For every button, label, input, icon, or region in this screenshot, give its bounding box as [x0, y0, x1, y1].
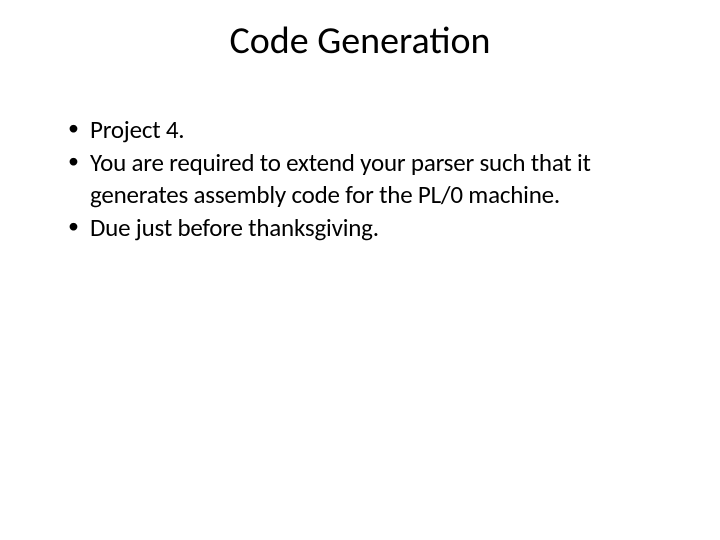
bullet-item: Due just before thanksgiving.: [68, 212, 670, 243]
slide-container: Code Generation Project 4. You are requi…: [0, 0, 720, 540]
slide-title: Code Generation: [50, 18, 670, 64]
bullet-list: Project 4. You are required to extend yo…: [50, 114, 670, 243]
bullet-item: Project 4.: [68, 114, 670, 145]
bullet-item: You are required to extend your parser s…: [68, 147, 670, 210]
